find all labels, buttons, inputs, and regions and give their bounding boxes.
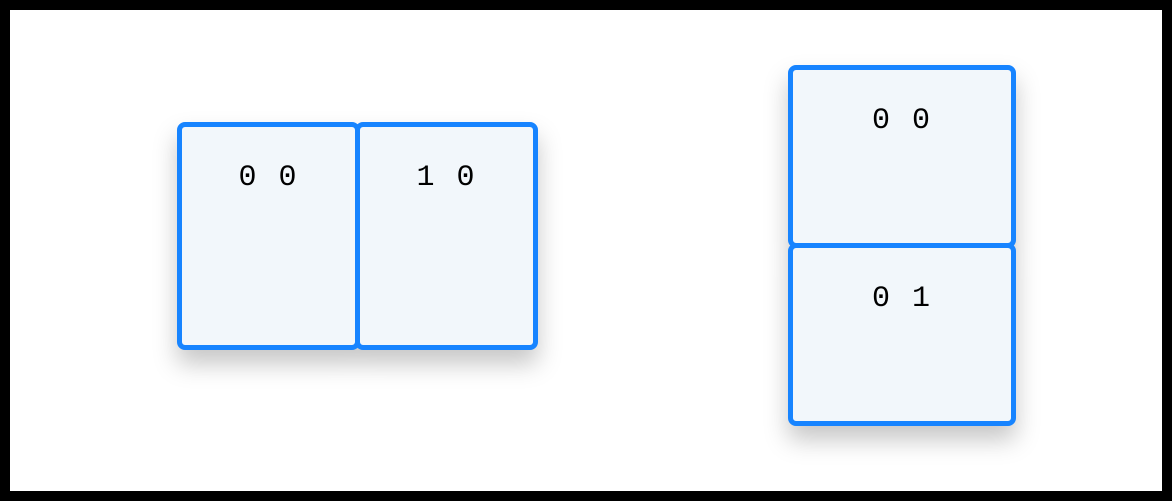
card-label: 1 0 [416,161,476,345]
diagram-canvas: 0 0 1 0 0 0 0 1 [10,10,1162,491]
card-group-horizontal: 0 0 1 0 [177,122,538,350]
card-label: 0 0 [238,161,298,345]
card-vertical-0: 0 0 [788,65,1016,248]
card-label: 0 0 [872,104,932,243]
card-horizontal-1: 1 0 [355,122,538,350]
card-label: 0 1 [872,282,932,421]
card-group-vertical: 0 0 0 1 [788,65,1016,426]
card-horizontal-0: 0 0 [177,122,360,350]
card-vertical-1: 0 1 [788,243,1016,426]
